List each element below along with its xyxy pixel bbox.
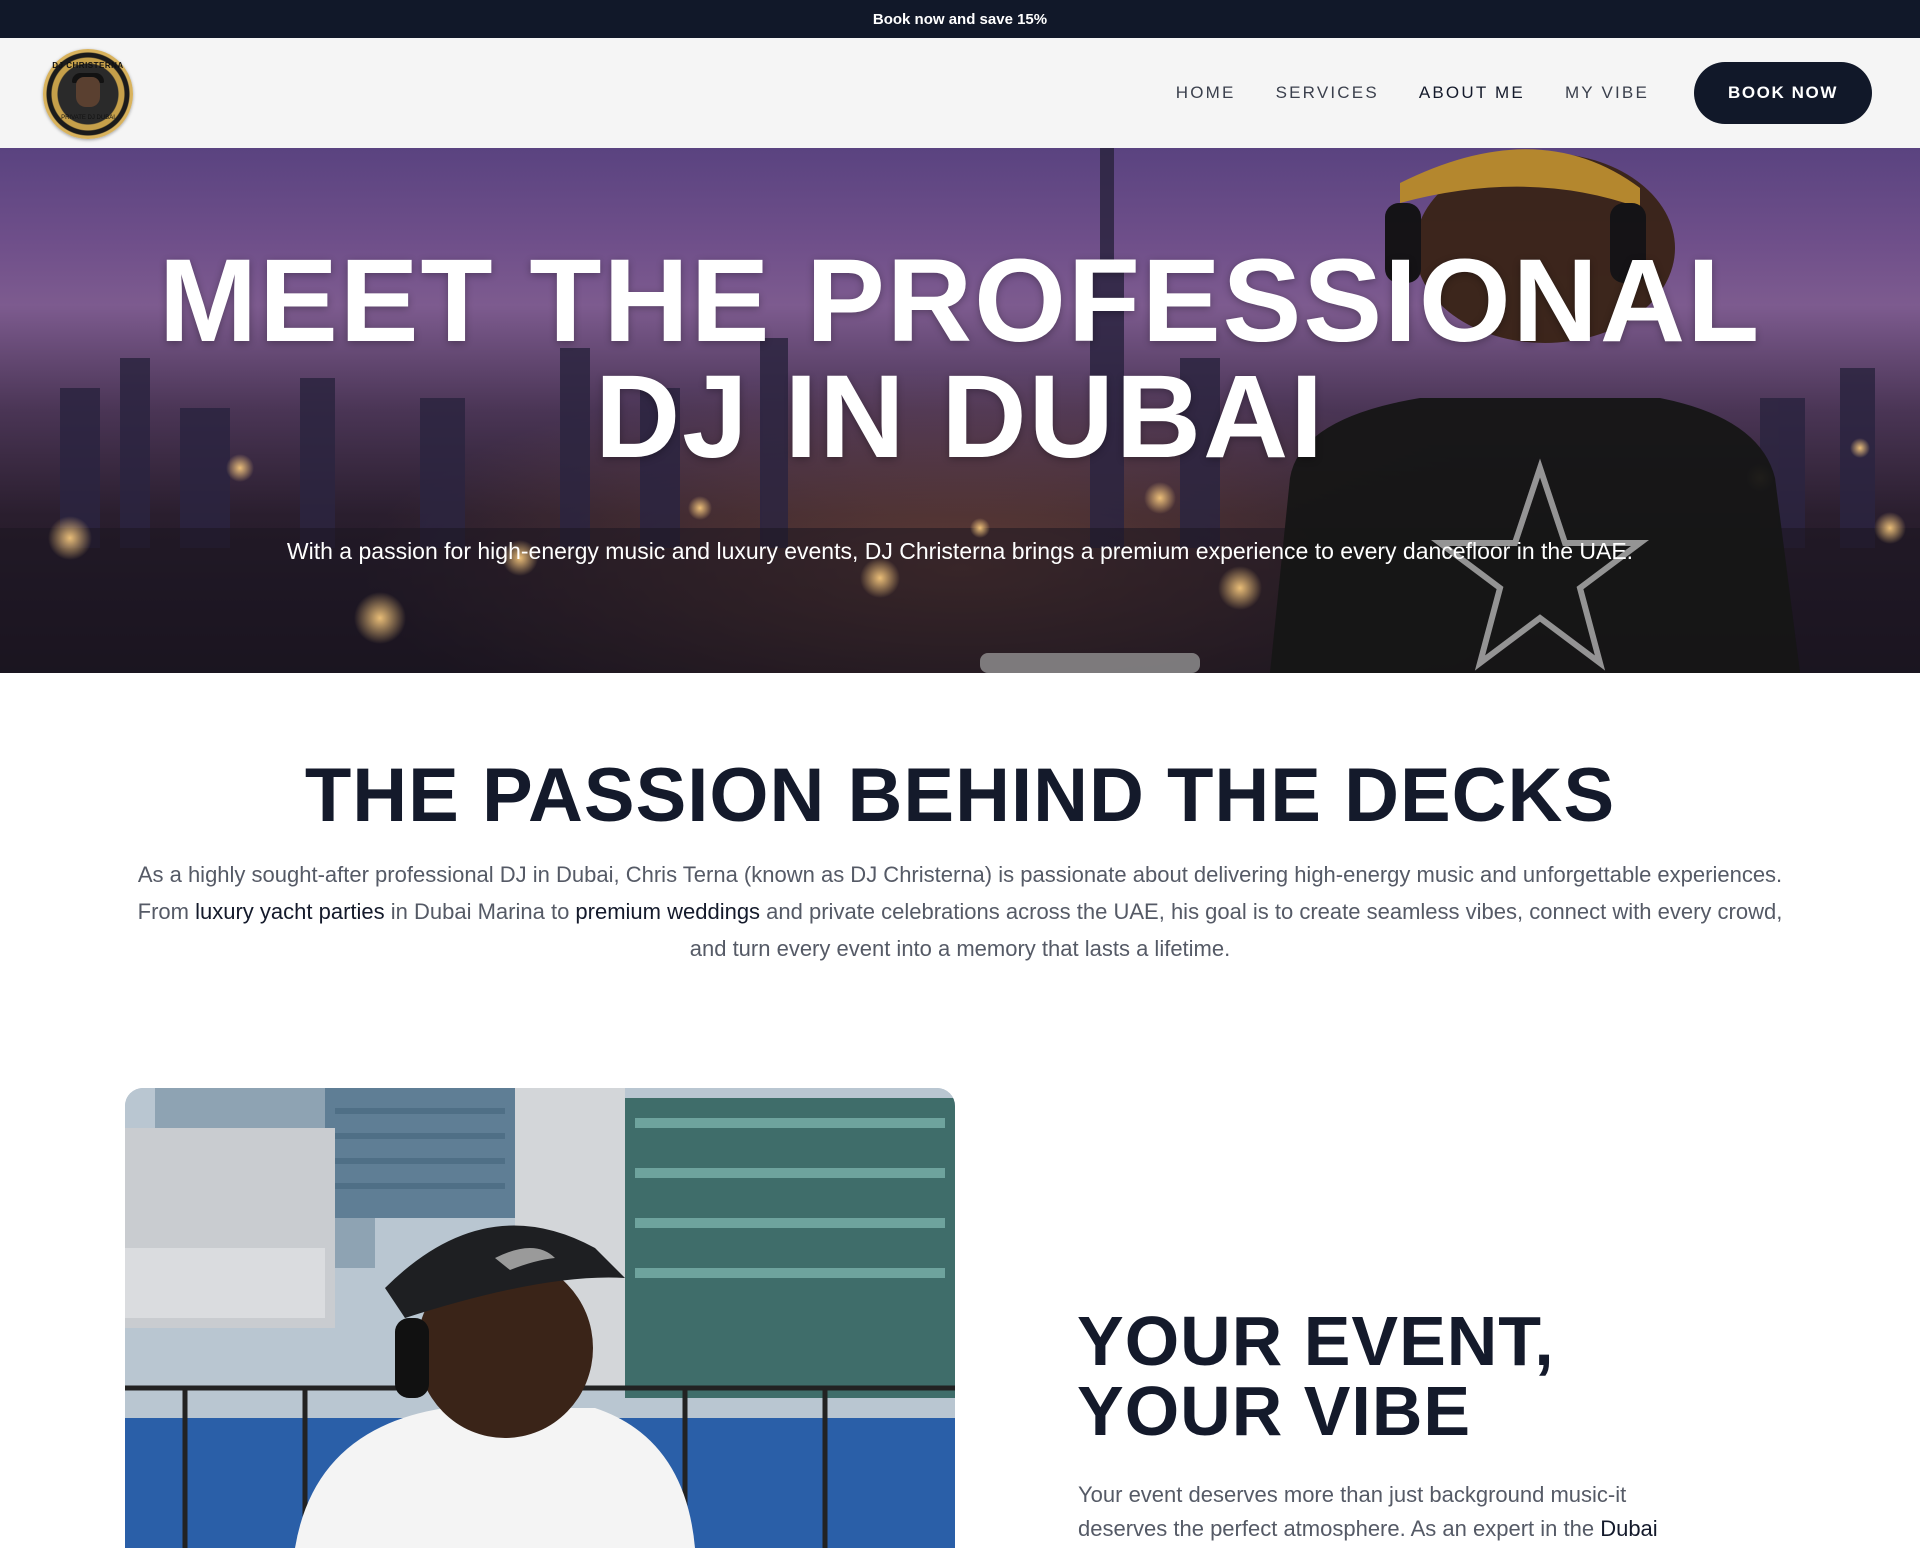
logo-top-text: DJ CHRISTERNA xyxy=(52,61,124,70)
nav-about-me[interactable]: ABOUT ME xyxy=(1419,83,1525,103)
nav-my-vibe[interactable]: MY VIBE xyxy=(1565,83,1649,103)
passion-title: THE PASSION BEHIND THE DECKS xyxy=(304,753,1616,838)
logo-portrait-icon xyxy=(76,77,100,107)
site-header: DJ CHRISTERNA PRIVATE DJ DUBAI HOME SERV… xyxy=(0,38,1920,148)
book-now-button[interactable]: BOOK NOW xyxy=(1694,62,1872,124)
hero-title: MEET THE PROFESSIONAL DJ IN DUBAI xyxy=(0,242,1920,476)
nav-services[interactable]: SERVICES xyxy=(1276,83,1379,103)
rooftop-photo-image xyxy=(125,1088,955,1548)
event-title: YOUR EVENT, YOUR VIBE xyxy=(1077,1306,1797,1446)
luxury-yacht-parties-link[interactable]: luxury yacht parties xyxy=(195,899,385,924)
event-title-line2: YOUR VIBE xyxy=(1077,1372,1472,1450)
dj-rooftop-photo xyxy=(125,1088,955,1548)
announcement-text: Book now and save 15% xyxy=(872,10,1048,28)
nav-home[interactable]: HOME xyxy=(1176,83,1236,103)
event-title-line1: YOUR EVENT, xyxy=(1077,1302,1555,1380)
announcement-bar: Book now and save 15% xyxy=(0,0,1920,38)
dubai-link[interactable]: Dubai xyxy=(1600,1516,1657,1541)
logo-bottom-text: PRIVATE DJ DUBAI xyxy=(61,115,115,121)
event-text-1: Your event deserves more than just backg… xyxy=(1078,1482,1627,1541)
passion-body: As a highly sought-after professional DJ… xyxy=(130,856,1790,967)
site-logo[interactable]: DJ CHRISTERNA PRIVATE DJ DUBAI xyxy=(43,49,133,139)
passion-text-2: in Dubai Marina to xyxy=(384,899,576,924)
hero-title-line1: MEET THE PROFESSIONAL xyxy=(158,235,1762,367)
hero-section: MEET THE PROFESSIONAL DJ IN DUBAI With a… xyxy=(0,148,1920,673)
premium-weddings-link[interactable]: premium weddings xyxy=(575,899,760,924)
passion-text-3: and private celebrations across the UAE,… xyxy=(689,899,1783,961)
hero-subtitle: With a passion for high-energy music and… xyxy=(286,538,1634,564)
main-nav: HOME SERVICES ABOUT ME MY VIBE BOOK NOW xyxy=(1176,62,1872,124)
hero-title-line2: DJ IN DUBAI xyxy=(594,351,1326,483)
